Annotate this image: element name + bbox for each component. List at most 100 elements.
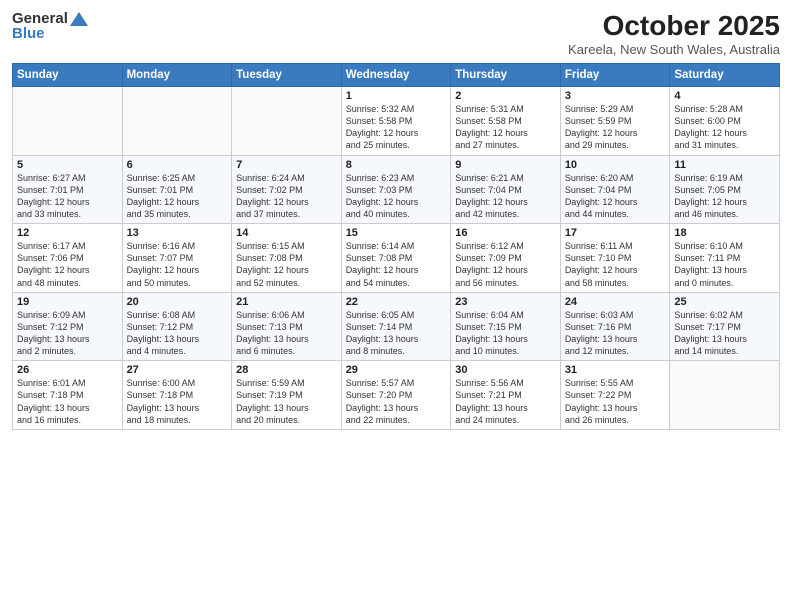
calendar-day: 13Sunrise: 6:16 AM Sunset: 7:07 PM Dayli… — [122, 224, 232, 293]
day-number: 18 — [674, 227, 775, 239]
day-number: 26 — [17, 364, 118, 376]
calendar-day: 21Sunrise: 6:06 AM Sunset: 7:13 PM Dayli… — [232, 292, 342, 361]
location: Kareela, New South Wales, Australia — [568, 42, 780, 57]
day-number: 27 — [127, 364, 228, 376]
day-info: Sunrise: 6:06 AM Sunset: 7:13 PM Dayligh… — [236, 309, 337, 358]
day-info: Sunrise: 6:12 AM Sunset: 7:09 PM Dayligh… — [455, 240, 556, 289]
calendar-week-1: 1Sunrise: 5:32 AM Sunset: 5:58 PM Daylig… — [13, 87, 780, 156]
day-number: 7 — [236, 159, 337, 171]
calendar-day: 15Sunrise: 6:14 AM Sunset: 7:08 PM Dayli… — [341, 224, 451, 293]
day-info: Sunrise: 6:10 AM Sunset: 7:11 PM Dayligh… — [674, 240, 775, 289]
col-thursday: Thursday — [451, 64, 561, 87]
calendar-day: 27Sunrise: 6:00 AM Sunset: 7:18 PM Dayli… — [122, 361, 232, 430]
day-number: 1 — [346, 90, 447, 102]
day-info: Sunrise: 6:19 AM Sunset: 7:05 PM Dayligh… — [674, 172, 775, 221]
day-info: Sunrise: 5:56 AM Sunset: 7:21 PM Dayligh… — [455, 377, 556, 426]
col-sunday: Sunday — [13, 64, 123, 87]
calendar-day: 20Sunrise: 6:08 AM Sunset: 7:12 PM Dayli… — [122, 292, 232, 361]
day-info: Sunrise: 6:08 AM Sunset: 7:12 PM Dayligh… — [127, 309, 228, 358]
calendar-day: 2Sunrise: 5:31 AM Sunset: 5:58 PM Daylig… — [451, 87, 561, 156]
day-number: 21 — [236, 296, 337, 308]
calendar-day: 4Sunrise: 5:28 AM Sunset: 6:00 PM Daylig… — [670, 87, 780, 156]
day-number: 11 — [674, 159, 775, 171]
calendar-day: 31Sunrise: 5:55 AM Sunset: 7:22 PM Dayli… — [560, 361, 670, 430]
col-saturday: Saturday — [670, 64, 780, 87]
calendar-day: 17Sunrise: 6:11 AM Sunset: 7:10 PM Dayli… — [560, 224, 670, 293]
calendar-day: 22Sunrise: 6:05 AM Sunset: 7:14 PM Dayli… — [341, 292, 451, 361]
month-title: October 2025 — [568, 10, 780, 42]
day-info: Sunrise: 5:59 AM Sunset: 7:19 PM Dayligh… — [236, 377, 337, 426]
day-number: 28 — [236, 364, 337, 376]
day-number: 29 — [346, 364, 447, 376]
day-info: Sunrise: 6:24 AM Sunset: 7:02 PM Dayligh… — [236, 172, 337, 221]
page: General Blue October 2025 Kareela, New S… — [0, 0, 792, 612]
calendar-day: 14Sunrise: 6:15 AM Sunset: 7:08 PM Dayli… — [232, 224, 342, 293]
day-info: Sunrise: 6:03 AM Sunset: 7:16 PM Dayligh… — [565, 309, 666, 358]
calendar-day: 29Sunrise: 5:57 AM Sunset: 7:20 PM Dayli… — [341, 361, 451, 430]
calendar-day — [13, 87, 123, 156]
day-info: Sunrise: 6:20 AM Sunset: 7:04 PM Dayligh… — [565, 172, 666, 221]
calendar-day: 3Sunrise: 5:29 AM Sunset: 5:59 PM Daylig… — [560, 87, 670, 156]
day-info: Sunrise: 6:15 AM Sunset: 7:08 PM Dayligh… — [236, 240, 337, 289]
calendar-day: 26Sunrise: 6:01 AM Sunset: 7:18 PM Dayli… — [13, 361, 123, 430]
day-number: 2 — [455, 90, 556, 102]
col-wednesday: Wednesday — [341, 64, 451, 87]
day-number: 9 — [455, 159, 556, 171]
calendar-day: 23Sunrise: 6:04 AM Sunset: 7:15 PM Dayli… — [451, 292, 561, 361]
day-number: 14 — [236, 227, 337, 239]
day-number: 12 — [17, 227, 118, 239]
calendar-day: 11Sunrise: 6:19 AM Sunset: 7:05 PM Dayli… — [670, 155, 780, 224]
calendar-day: 1Sunrise: 5:32 AM Sunset: 5:58 PM Daylig… — [341, 87, 451, 156]
calendar-week-4: 19Sunrise: 6:09 AM Sunset: 7:12 PM Dayli… — [13, 292, 780, 361]
day-number: 4 — [674, 90, 775, 102]
day-info: Sunrise: 6:16 AM Sunset: 7:07 PM Dayligh… — [127, 240, 228, 289]
calendar-day — [122, 87, 232, 156]
title-area: October 2025 Kareela, New South Wales, A… — [568, 10, 780, 57]
calendar-day: 10Sunrise: 6:20 AM Sunset: 7:04 PM Dayli… — [560, 155, 670, 224]
day-info: Sunrise: 6:25 AM Sunset: 7:01 PM Dayligh… — [127, 172, 228, 221]
calendar-day: 28Sunrise: 5:59 AM Sunset: 7:19 PM Dayli… — [232, 361, 342, 430]
day-info: Sunrise: 6:00 AM Sunset: 7:18 PM Dayligh… — [127, 377, 228, 426]
day-number: 3 — [565, 90, 666, 102]
day-info: Sunrise: 6:17 AM Sunset: 7:06 PM Dayligh… — [17, 240, 118, 289]
day-number: 22 — [346, 296, 447, 308]
calendar-day: 9Sunrise: 6:21 AM Sunset: 7:04 PM Daylig… — [451, 155, 561, 224]
day-info: Sunrise: 6:09 AM Sunset: 7:12 PM Dayligh… — [17, 309, 118, 358]
day-info: Sunrise: 5:29 AM Sunset: 5:59 PM Dayligh… — [565, 103, 666, 152]
day-number: 20 — [127, 296, 228, 308]
day-info: Sunrise: 6:11 AM Sunset: 7:10 PM Dayligh… — [565, 240, 666, 289]
day-number: 24 — [565, 296, 666, 308]
day-info: Sunrise: 5:32 AM Sunset: 5:58 PM Dayligh… — [346, 103, 447, 152]
day-number: 5 — [17, 159, 118, 171]
calendar-day: 7Sunrise: 6:24 AM Sunset: 7:02 PM Daylig… — [232, 155, 342, 224]
day-info: Sunrise: 6:14 AM Sunset: 7:08 PM Dayligh… — [346, 240, 447, 289]
day-number: 19 — [17, 296, 118, 308]
calendar-day: 30Sunrise: 5:56 AM Sunset: 7:21 PM Dayli… — [451, 361, 561, 430]
calendar-day: 12Sunrise: 6:17 AM Sunset: 7:06 PM Dayli… — [13, 224, 123, 293]
col-monday: Monday — [122, 64, 232, 87]
calendar-day: 25Sunrise: 6:02 AM Sunset: 7:17 PM Dayli… — [670, 292, 780, 361]
calendar-day: 24Sunrise: 6:03 AM Sunset: 7:16 PM Dayli… — [560, 292, 670, 361]
day-info: Sunrise: 6:23 AM Sunset: 7:03 PM Dayligh… — [346, 172, 447, 221]
calendar-day — [670, 361, 780, 430]
day-info: Sunrise: 5:28 AM Sunset: 6:00 PM Dayligh… — [674, 103, 775, 152]
day-info: Sunrise: 6:27 AM Sunset: 7:01 PM Dayligh… — [17, 172, 118, 221]
day-number: 23 — [455, 296, 556, 308]
calendar-day — [232, 87, 342, 156]
calendar-body: 1Sunrise: 5:32 AM Sunset: 5:58 PM Daylig… — [13, 87, 780, 430]
day-number: 25 — [674, 296, 775, 308]
day-info: Sunrise: 6:05 AM Sunset: 7:14 PM Dayligh… — [346, 309, 447, 358]
day-number: 17 — [565, 227, 666, 239]
header: General Blue October 2025 Kareela, New S… — [12, 10, 780, 57]
calendar-day: 5Sunrise: 6:27 AM Sunset: 7:01 PM Daylig… — [13, 155, 123, 224]
day-number: 8 — [346, 159, 447, 171]
day-number: 6 — [127, 159, 228, 171]
calendar-day: 6Sunrise: 6:25 AM Sunset: 7:01 PM Daylig… — [122, 155, 232, 224]
day-number: 15 — [346, 227, 447, 239]
logo: General Blue — [12, 10, 88, 42]
calendar-day: 18Sunrise: 6:10 AM Sunset: 7:11 PM Dayli… — [670, 224, 780, 293]
calendar-week-5: 26Sunrise: 6:01 AM Sunset: 7:18 PM Dayli… — [13, 361, 780, 430]
calendar-header-row: Sunday Monday Tuesday Wednesday Thursday… — [13, 64, 780, 87]
calendar-table: Sunday Monday Tuesday Wednesday Thursday… — [12, 63, 780, 430]
logo-blue-text: Blue — [12, 25, 45, 42]
